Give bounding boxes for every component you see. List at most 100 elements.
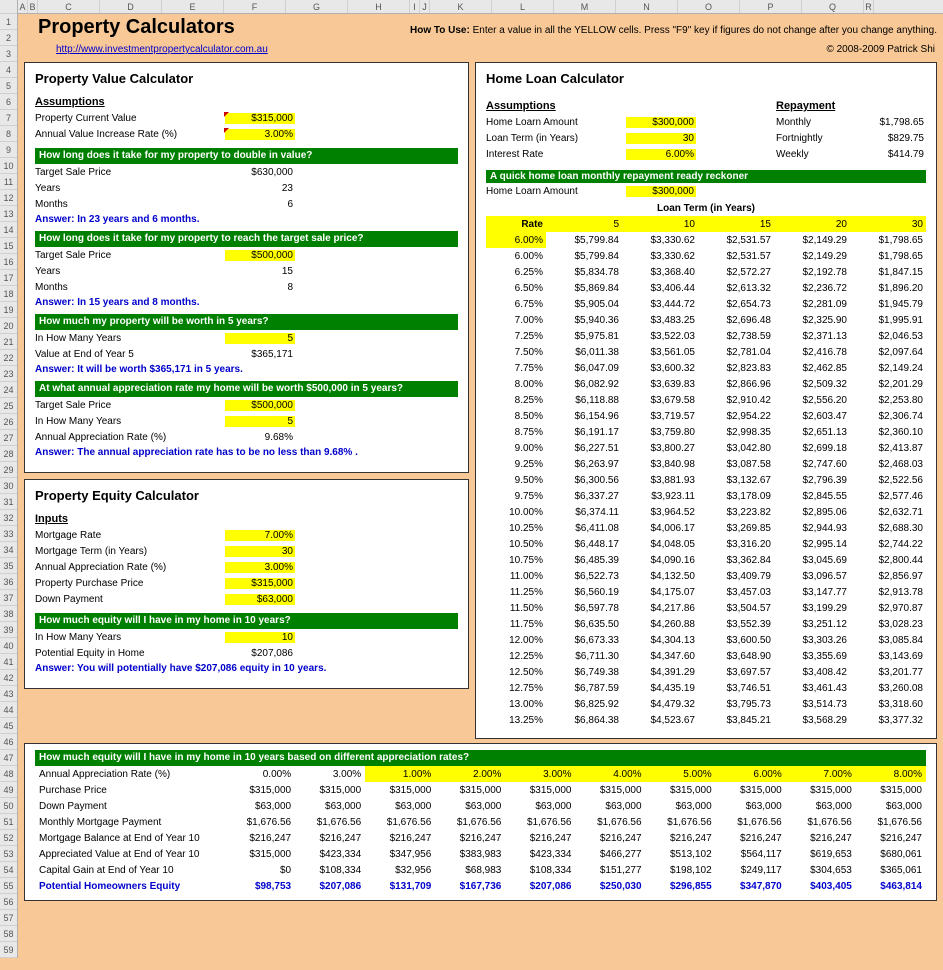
pec-down-input[interactable]: $63,000 [225,594,295,605]
table-row: 13.25%$6,864.38$4,523.67$3,845.21$3,568.… [486,712,926,728]
value-cell: $216,247 [505,830,575,846]
value-cell: $4,090.16 [622,552,698,568]
pec-q1-years-label: In How Many Years [35,632,225,643]
value-cell: $6,191.17 [546,424,622,440]
pvc-q4-head: At what annual appreciation rate my home… [35,381,458,397]
hlc-term-input[interactable]: 30 [626,133,696,144]
value-cell: $619,653 [786,846,856,862]
value-cell: $2,845.55 [774,488,850,504]
value-cell: $2,046.53 [850,328,926,344]
eq-rate-head: 4.00% [575,766,645,782]
value-cell: $2,823.83 [698,360,774,376]
pec-price-input[interactable]: $315,000 [225,578,295,589]
value-cell: $4,347.60 [622,648,698,664]
value-cell: $6,300.56 [546,472,622,488]
value-cell: $3,178.09 [698,488,774,504]
property-equity-calculator: Property Equity Calculator Inputs Mortga… [24,479,469,689]
value-cell: $216,247 [575,830,645,846]
rate-cell: 11.75% [486,616,546,632]
rate-cell: 9.50% [486,472,546,488]
value-cell: $3,600.50 [698,632,774,648]
value-cell: $6,864.38 [546,712,622,728]
table-row: Capital Gain at End of Year 10$0$108,334… [35,862,926,878]
value-cell: $2,577.46 [850,488,926,504]
hlc-amt2-input[interactable]: $300,000 [626,186,696,197]
value-cell: $3,330.62 [622,232,698,248]
value-cell: $2,632.71 [850,504,926,520]
property-value-calculator: Property Value Calculator Assumptions Pr… [24,62,469,473]
pec-q1-head: How much equity will I have in my home i… [35,613,458,629]
pec-q1-years-input[interactable]: 10 [225,632,295,643]
source-link[interactable]: http://www.investmentpropertycalculator.… [56,44,268,55]
value-cell: $2,572.27 [698,264,774,280]
hlc-assumptions-head: Assumptions [486,100,746,112]
value-cell: $3,522.03 [622,328,698,344]
value-cell: $3,042.80 [698,440,774,456]
table-row: 12.50%$6,749.38$4,391.29$3,697.57$3,408.… [486,664,926,680]
value-cell: $3,355.69 [774,648,850,664]
pvc-q2-target-input[interactable]: $500,000 [225,250,295,261]
table-row: 11.00%$6,522.73$4,132.50$3,409.79$3,096.… [486,568,926,584]
value-cell: $2,688.30 [850,520,926,536]
value-cell: $6,263.97 [546,456,622,472]
value-cell: $2,509.32 [774,376,850,392]
eq-row-label: Mortgage Balance at End of Year 10 [35,830,225,846]
table-row: 10.25%$6,411.08$4,006.17$3,269.85$2,944.… [486,520,926,536]
pvc-q4-years-input[interactable]: 5 [225,416,295,427]
pvc-q2-years-label: Years [35,266,225,277]
value-cell: $3,845.21 [698,712,774,728]
table-row: 9.75%$6,337.27$3,923.11$3,178.09$2,845.5… [486,488,926,504]
value-cell: $3,377.32 [850,712,926,728]
pvc-rate-input[interactable]: 3.00% [225,129,295,140]
pvc-q4-target-input[interactable]: $500,000 [225,400,295,411]
value-cell: $63,000 [435,798,505,814]
pec-app-input[interactable]: 3.00% [225,562,295,573]
pvc-curval-input[interactable]: $315,000 [225,113,295,124]
rate-cell: 7.00% [486,312,546,328]
pvc-q2-years: 15 [225,266,295,277]
pvc-q3-years-input[interactable]: 5 [225,333,295,344]
rate-cell: 6.25% [486,264,546,280]
hlc-rate-input[interactable]: 6.00% [626,149,696,160]
pvc-curval-label: Property Current Value [35,113,225,124]
hlc-repay-head: Repayment [776,100,926,112]
pec-mrate-input[interactable]: 7.00% [225,530,295,541]
value-cell: $2,970.87 [850,600,926,616]
hlc-amt-input[interactable]: $300,000 [626,117,696,128]
value-cell: $6,485.39 [546,552,622,568]
value-cell: $4,217.86 [622,600,698,616]
value-cell: $249,117 [716,862,786,878]
value-cell: $3,568.29 [774,712,850,728]
pec-mterm-input[interactable]: 30 [225,546,295,557]
value-cell: $6,560.19 [546,584,622,600]
value-cell: $1,798.65 [850,248,926,264]
value-cell: $4,479.32 [622,696,698,712]
value-cell: $6,749.38 [546,664,622,680]
value-cell: $2,651.13 [774,424,850,440]
value-cell: $63,000 [365,798,435,814]
value-cell: $2,097.64 [850,344,926,360]
eq-rate-head: 0.00% [225,766,295,782]
value-cell: $315,000 [435,782,505,798]
value-cell: $3,795.73 [698,696,774,712]
value-cell: $3,923.11 [622,488,698,504]
pvc-q1-target-label: Target Sale Price [35,167,225,178]
value-cell: $2,744.22 [850,536,926,552]
hlc-termhead: Loan Term (in Years) [486,203,926,214]
value-cell: $6,047.09 [546,360,622,376]
value-cell: $3,514.73 [774,696,850,712]
value-cell: $5,905.04 [546,296,622,312]
value-cell: $3,318.60 [850,696,926,712]
value-cell: $1,676.56 [505,814,575,830]
table-row: 11.50%$6,597.78$4,217.86$3,504.57$3,199.… [486,600,926,616]
rate-cell: 11.50% [486,600,546,616]
pec-q1-equity-label: Potential Equity in Home [35,648,225,659]
hlc-monthly-label: Monthly [776,117,856,128]
value-cell: $3,800.27 [622,440,698,456]
value-cell: $3,087.58 [698,456,774,472]
value-cell: $167,736 [435,878,505,894]
table-row: 11.75%$6,635.50$4,260.88$3,552.39$3,251.… [486,616,926,632]
value-cell: $1,676.56 [646,814,716,830]
value-cell: $6,597.78 [546,600,622,616]
pec-inputs-head: Inputs [35,513,458,525]
